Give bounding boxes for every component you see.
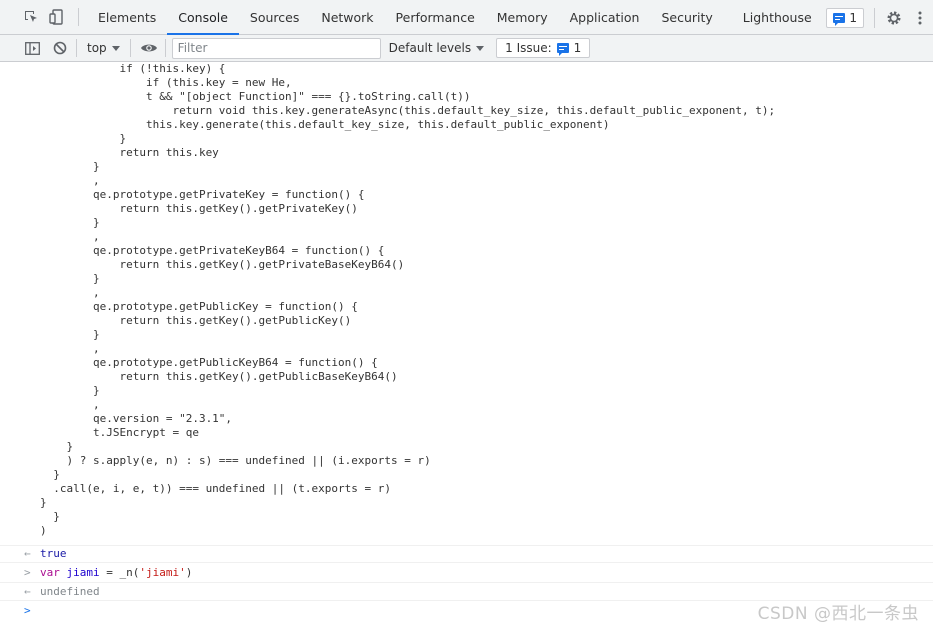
code-line: t.JSEncrypt = qe [40,426,199,439]
toolbar-divider [164,39,166,57]
code-line: } [40,440,74,453]
code-line: return this.getKey().getPublicBaseKeyB64… [40,370,398,383]
code-line: } [40,496,47,509]
code-line: } [40,272,100,285]
input-row: > var jiami = _n('jiami') [0,562,933,582]
context-value: top [87,41,107,55]
chevron-down-icon [111,45,120,51]
issues-label: 1 Issue: [505,41,552,55]
code-line: qe.prototype.getPublicKeyB64 = function(… [40,356,378,369]
code-line: return this.getKey().getPrivateBaseKeyB6… [40,258,405,271]
tabbar-right-controls: 1 [826,0,933,35]
tab-performance[interactable]: Performance [385,0,486,34]
identifier: jiami [66,566,100,579]
return-arrow-icon: ← [24,585,31,598]
code-line: return this.getKey().getPublicKey() [40,314,352,327]
code-line: return this.key [40,146,219,159]
keyword: var [40,566,60,579]
code-line: , [40,398,100,411]
show-sidebar-icon[interactable] [20,37,44,59]
tab-lighthouse[interactable]: Lighthouse [732,0,823,34]
more-options-icon[interactable] [911,7,929,29]
chevron-right-icon: > [24,566,31,579]
tab-application[interactable]: Application [559,0,651,34]
code-line: , [40,230,100,243]
code-line: } [40,510,60,523]
code-line: qe.prototype.getPrivateKey = function() … [40,188,365,201]
code-output: if (!this.key) { if (this.key = new He, … [40,62,775,538]
watermark: CSDN @西北一条虫 [757,604,919,624]
code-line: , [40,174,100,187]
prompt-chevron-icon: > [24,604,31,617]
code-line: } [40,328,100,341]
issues-count: 1 [573,41,582,55]
tab-console[interactable]: Console [167,0,239,35]
issues-badge-button[interactable]: 1 [826,7,864,28]
gear-icon[interactable] [883,7,905,29]
code-line: return this.getKey().getPrivateKey() [40,202,358,215]
result-row-true: ← true [0,545,933,562]
code-line: } [40,384,100,397]
code-line: ) ? s.apply(e, n) : s) === undefined || … [40,454,431,467]
code-line: return void this.key.generateAsync(this.… [40,104,776,117]
return-arrow-icon: ← [24,547,31,560]
code-line: qe.prototype.getPrivateKeyB64 = function… [40,244,385,257]
code-line: if (this.key = new He, [40,76,292,89]
toolbar-divider [76,39,77,57]
toolbar-divider [874,7,875,28]
filter-input[interactable] [171,37,381,59]
result-value: true [40,547,67,560]
code-line: qe.prototype.getPublicKey = function() { [40,300,358,313]
issues-badge-count: 1 [849,10,857,25]
code-line: , [40,342,100,355]
result-row-undefined: ← undefined [0,582,933,600]
live-expression-eye-icon[interactable] [137,37,161,59]
string-arg: 'jiami' [139,566,186,579]
code-line: } [40,468,60,481]
log-levels-dropdown[interactable]: Default levels [388,41,485,55]
code-line: } [40,132,127,145]
console-output[interactable]: if (!this.key) { if (this.key = new He, … [0,62,933,632]
tab-network[interactable]: Network [310,0,384,34]
tab-sources[interactable]: Sources [239,0,310,34]
tab-security[interactable]: Security [650,0,723,34]
code-line: qe.version = "2.3.1", [40,412,233,425]
code-line: if (!this.key) { [40,62,226,75]
code-line: ) [40,524,47,537]
toolbar-divider [129,39,131,57]
toolbar-divider [78,8,79,26]
log-levels-label: Default levels [388,41,472,55]
code-line: , [40,286,100,299]
console-toolbar: top Default levels 1 Issue: 1 [0,35,933,62]
context-selector[interactable]: top [81,41,126,55]
code-line: } [40,216,100,229]
result-value: undefined [40,585,100,598]
code-line: this.key.generate(this.default_key_size,… [40,118,610,131]
tab-elements[interactable]: Elements [87,0,167,34]
message-icon [833,12,846,26]
devtools-tabbar: Elements Console Sources Network Perform… [0,0,933,35]
input-command[interactable]: var jiami = _n('jiami') [40,566,192,579]
message-icon [556,43,569,56]
clear-console-icon[interactable] [48,37,72,59]
chevron-down-icon [476,45,485,51]
inspect-element-icon[interactable] [18,0,44,34]
call-text: = _n( [99,566,140,579]
code-line: t && "[object Function]" === {}.toString… [40,90,471,103]
issues-button[interactable]: 1 Issue: 1 [496,38,591,58]
device-toolbar-icon[interactable] [44,0,70,34]
tab-memory[interactable]: Memory [486,0,559,34]
code-line: .call(e, i, e, t)) === undefined || (t.e… [40,482,391,495]
code-line: } [40,160,100,173]
call-end: ) [185,566,193,579]
